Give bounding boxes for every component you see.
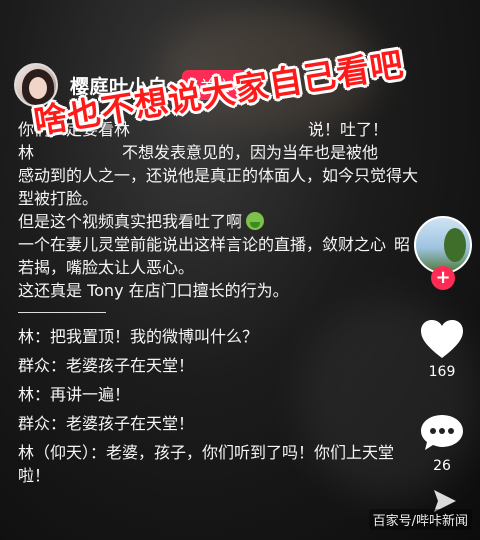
dialogue-line: 林（仰天）：老婆，孩子，你们听到了吗！你们上天堂 xyxy=(18,443,395,462)
like-count: 169 xyxy=(428,364,456,380)
divider xyxy=(18,312,106,313)
dialogue-line: 啦！ xyxy=(18,466,51,485)
like-button[interactable]: 169 xyxy=(412,318,472,380)
comment-button[interactable]: 26 xyxy=(412,412,472,474)
post-line: 但是这个视频真实把我看吐了啊 xyxy=(18,210,418,233)
comment-count: 26 xyxy=(433,458,451,474)
dialogue-line: 群众：老婆孩子在天堂！ xyxy=(18,414,195,433)
dialogue-line: 群众：老婆孩子在天堂！ xyxy=(18,356,195,375)
post-line: 这还真是 Tony 在店门口擅长的行为。 xyxy=(18,281,289,300)
post-line: 一个在妻儿灵堂前能说出这样言论的直播，敛财之心昭 xyxy=(18,235,411,254)
post-line: 若揭，嘴脸太让人恶心。 xyxy=(18,258,195,277)
comment-icon xyxy=(421,415,463,450)
vomit-emoji-icon xyxy=(246,212,265,230)
watermark: 百家号/哔咔新闻 xyxy=(368,509,472,530)
post-line: 感动到的人之一，还说他是真正的体面人，如今只觉得大 xyxy=(18,166,419,185)
dialogue-line: 林：再讲一遍！ xyxy=(18,385,131,404)
post-text: 你们一定要看林 说！吐了！ 林不想发表意见的，因为当年也是被他 感动到的人之一，还… xyxy=(18,118,418,487)
heart-icon xyxy=(421,320,463,358)
post-line: 型被打脸。 xyxy=(18,189,99,208)
follow-plus-icon[interactable]: + xyxy=(431,266,455,290)
dialogue-line: 林：把我置顶！我的微博叫什么？ xyxy=(18,327,259,346)
post-line: 林不想发表意见的，因为当年也是被他 xyxy=(18,143,379,162)
